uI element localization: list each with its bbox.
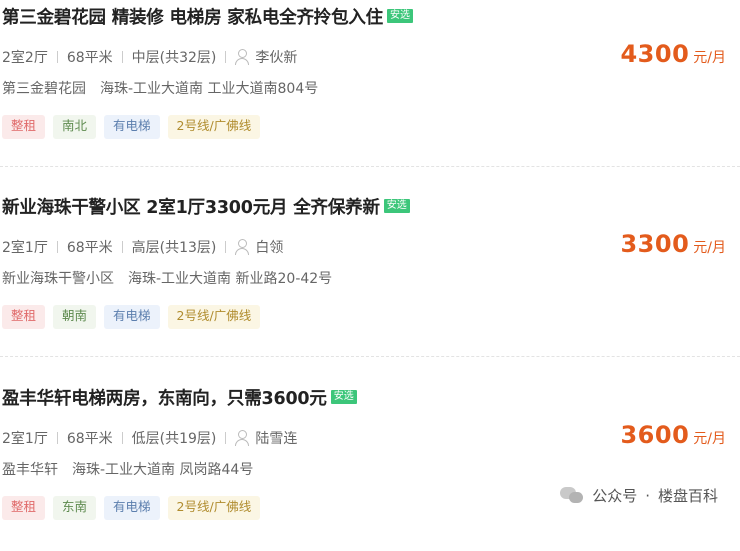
divider: [56, 432, 58, 444]
listing-divider: [0, 166, 740, 167]
person-icon: [235, 49, 250, 65]
tag-orientation: 朝南: [53, 305, 97, 329]
room-layout: 2室2厅: [2, 50, 48, 66]
agent-name[interactable]: 白领: [255, 237, 283, 257]
street-address: 海珠-工业大道南 新业路20-42号: [128, 271, 333, 287]
listing-tags: 整租 南北 有电梯 2号线/广佛线: [2, 115, 261, 139]
price-value: 3300: [620, 230, 690, 258]
listing-divider: [0, 356, 740, 357]
community-name[interactable]: 新业海珠干警小区: [2, 268, 114, 288]
tag-rental-type: 整租: [2, 496, 46, 520]
listing-tags: 整租 东南 有电梯 2号线/广佛线: [2, 496, 261, 520]
divider: [56, 241, 58, 253]
tag-metro-line: 2号线/广佛线: [167, 496, 261, 520]
agent-name[interactable]: 李伙新: [255, 47, 297, 67]
tag-elevator: 有电梯: [104, 115, 160, 139]
person-icon: [235, 239, 250, 255]
floor-level: 中层(共32层): [131, 50, 217, 66]
listing-meta: 2室1厅 68平米 低层(共19层) 陆雪连: [2, 428, 297, 448]
listing-title[interactable]: 盈丰华轩电梯两房，东南向，只需3600元: [2, 385, 327, 410]
listing-title-row[interactable]: 新业海珠干警小区 2室1厅3300元月 全齐保养新 安选: [2, 193, 410, 219]
rent-price: 3300 元/月: [620, 230, 726, 258]
community-name[interactable]: 第三金碧花园: [2, 78, 86, 98]
listing-title-row[interactable]: 盈丰华轩电梯两房，东南向，只需3600元 安选: [2, 384, 357, 410]
price-unit: 元/月: [693, 50, 726, 66]
verified-badge: 安选: [383, 199, 410, 213]
watermark: 公众号 · 楼盘百科: [560, 485, 718, 506]
verified-badge: 安选: [386, 9, 413, 23]
divider: [56, 51, 58, 63]
listing-tags: 整租 朝南 有电梯 2号线/广佛线: [2, 305, 261, 329]
divider: [121, 241, 123, 253]
watermark-separator: ·: [645, 486, 650, 505]
divider: [225, 51, 227, 63]
divider: [225, 432, 227, 444]
listing-card[interactable]: 盈丰华轩电梯两房，东南向，只需3600元 安选 2室1厅 68平米 低层(共19…: [0, 381, 740, 551]
price-value: 4300: [620, 40, 690, 68]
tag-elevator: 有电梯: [104, 305, 160, 329]
price-unit: 元/月: [693, 431, 726, 447]
divider: [121, 51, 123, 63]
tag-metro-line: 2号线/广佛线: [167, 115, 261, 139]
verified-badge: 安选: [330, 390, 357, 404]
listing-meta: 2室1厅 68平米 高层(共13层) 白领: [2, 237, 283, 257]
floor-area: 68平米: [66, 50, 113, 66]
street-address: 海珠-工业大道南 凤岗路44号: [72, 462, 254, 478]
rent-price: 3600 元/月: [620, 421, 726, 449]
floor-level: 低层(共19层): [131, 431, 217, 447]
divider: [225, 241, 227, 253]
price-value: 3600: [620, 421, 690, 449]
tag-orientation: 南北: [53, 115, 97, 139]
watermark-name: 楼盘百科: [657, 487, 718, 505]
floor-area: 68平米: [66, 431, 113, 447]
wechat-icon: [560, 486, 584, 505]
community-name[interactable]: 盈丰华轩: [2, 459, 58, 479]
listing-meta: 2室2厅 68平米 中层(共32层) 李伙新: [2, 47, 297, 67]
agent-name[interactable]: 陆雪连: [255, 428, 297, 448]
room-layout: 2室1厅: [2, 240, 48, 256]
tag-metro-line: 2号线/广佛线: [167, 305, 261, 329]
listing-address: 新业海珠干警小区 海珠-工业大道南 新业路20-42号: [2, 268, 332, 288]
listing-address: 盈丰华轩 海珠-工业大道南 凤岗路44号: [2, 459, 253, 479]
room-layout: 2室1厅: [2, 431, 48, 447]
listing-title[interactable]: 新业海珠干警小区 2室1厅3300元月 全齐保养新: [2, 194, 380, 219]
listing-card[interactable]: 第三金碧花园 精装修 电梯房 家私电全齐拎包入住 安选 2室2厅 68平米 中层…: [0, 0, 740, 170]
tag-rental-type: 整租: [2, 305, 46, 329]
price-unit: 元/月: [693, 240, 726, 256]
person-icon: [235, 430, 250, 446]
listing-card[interactable]: 新业海珠干警小区 2室1厅3300元月 全齐保养新 安选 2室1厅 68平米 高…: [0, 190, 740, 360]
tag-elevator: 有电梯: [104, 496, 160, 520]
floor-area: 68平米: [66, 240, 113, 256]
listing-title[interactable]: 第三金碧花园 精装修 电梯房 家私电全齐拎包入住: [2, 4, 383, 29]
rent-price: 4300 元/月: [620, 40, 726, 68]
tag-rental-type: 整租: [2, 115, 46, 139]
watermark-account-type: 公众号: [592, 487, 638, 505]
divider: [121, 432, 123, 444]
tag-orientation: 东南: [53, 496, 97, 520]
listing-title-row[interactable]: 第三金碧花园 精装修 电梯房 家私电全齐拎包入住 安选: [2, 3, 413, 29]
street-address: 海珠-工业大道南 工业大道南804号: [100, 81, 319, 97]
floor-level: 高层(共13层): [131, 240, 217, 256]
listing-address: 第三金碧花园 海珠-工业大道南 工业大道南804号: [2, 78, 318, 98]
